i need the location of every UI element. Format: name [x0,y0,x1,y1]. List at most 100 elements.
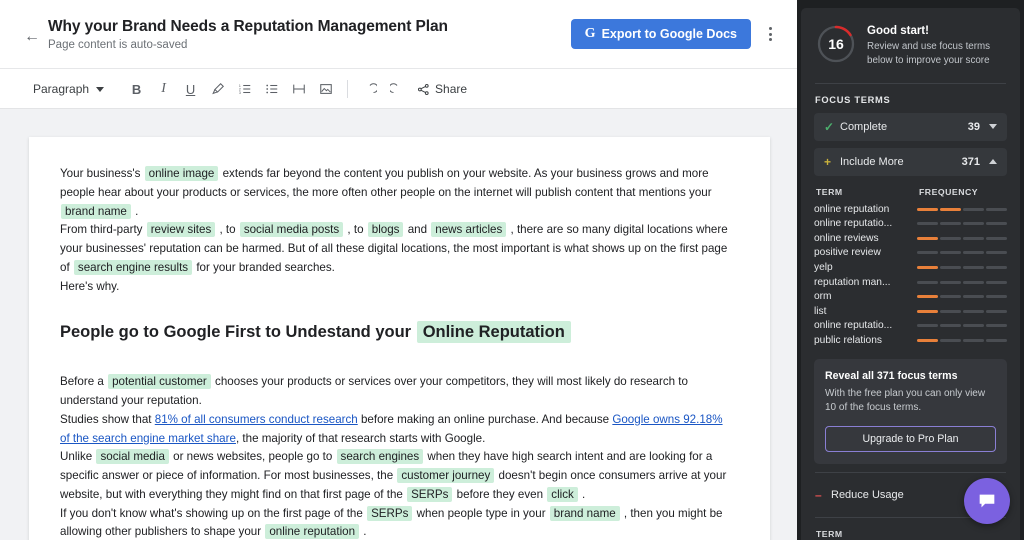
term-name: online reputation [814,204,917,215]
unordered-list-icon[interactable] [259,77,284,102]
paragraph-1: Your business's online image extends far… [60,165,732,221]
upgrade-description: With the free plan you can only view 10 … [825,387,996,415]
table-row[interactable]: public relations [814,333,1007,348]
highlighter-icon[interactable] [205,77,230,102]
frequency-segment [986,251,1007,254]
term-name: reputation man... [814,277,917,288]
divider [815,83,1006,84]
paragraph-6: Unlike social media or news websites, pe… [60,448,732,504]
focus-term-highlight: blogs [368,222,404,237]
image-icon[interactable] [313,77,338,102]
table-row[interactable]: orm [814,289,1007,304]
text-run: before making an online purchase. And be… [358,413,613,426]
paragraph-2: From third-party review sites , to socia… [60,221,732,277]
italic-icon[interactable]: I [151,77,176,102]
frequency-segment [917,266,938,269]
frequency-segment [917,310,938,313]
text-run: and [404,223,430,236]
minus-icon: – [815,488,829,502]
export-button-label: Export to Google Docs [602,27,737,41]
frequency-segment [940,208,961,211]
table-row[interactable]: list [814,304,1007,319]
frequency-segment [917,324,938,327]
frequency-segment [963,339,984,342]
frequency-bar [917,208,1007,211]
chevron-up-icon [989,159,997,164]
divider [815,472,1006,473]
ordered-list-icon[interactable]: 123 [232,77,257,102]
paragraph-style-select[interactable]: Paragraph [24,78,112,100]
frequency-segment [963,266,984,269]
focus-term-highlight: news articles [431,222,506,237]
column-header-term: TERM [816,187,919,197]
text-run: for your branded searches. [193,261,335,274]
upgrade-card: Reveal all 371 focus terms With the free… [814,359,1007,464]
frequency-bar [917,295,1007,298]
text-run: . [360,525,366,538]
text-run: , to [216,223,239,236]
table-row[interactable]: online reputation [814,202,1007,217]
svg-text:3: 3 [238,91,240,95]
upgrade-to-pro-button[interactable]: Upgrade to Pro Plan [825,426,996,452]
document-page[interactable]: Your business's online image extends far… [29,137,770,540]
accordion-complete[interactable]: ✓ Complete 39 [814,113,1007,141]
focus-term-highlight: search engine results [74,260,192,275]
chat-bubble-icon [976,490,998,512]
focus-terms-label: FOCUS TERMS [814,95,1007,105]
spacer [60,345,732,373]
share-button[interactable]: Share [411,79,473,99]
autosave-status: Page content is auto-saved [48,39,571,51]
term-name: online reviews [814,233,917,244]
frequency-segment [986,281,1007,284]
frequency-bar [917,266,1007,269]
plus-icon: + [824,155,838,169]
export-to-google-docs-button[interactable]: G Export to Google Docs [571,19,751,49]
document-canvas[interactable]: Your business's online image extends far… [0,109,797,540]
accordion-include-more-count: 371 [962,156,980,168]
frequency-segment [917,208,938,211]
text-run: From third-party [60,223,146,236]
accordion-include-more[interactable]: + Include More 371 [814,148,1007,176]
table-row[interactable]: online reputatio... [814,319,1007,334]
column-header-frequency: FREQUENCY [919,187,978,197]
frequency-bar [917,281,1007,284]
horizontal-rule-icon[interactable] [286,77,311,102]
back-arrow-icon[interactable]: ← [24,29,40,45]
focus-term-highlight: online reputation [265,524,359,539]
chat-bubble-fab[interactable] [964,478,1010,524]
table-row[interactable]: online reviews [814,231,1007,246]
term-name: yelp [814,262,917,273]
terms-list: online reputationonline reputatio...onli… [814,202,1007,348]
paragraph-style-label: Paragraph [33,82,89,96]
more-options-icon[interactable] [757,19,783,49]
sidebar-panel: 16 Good start! Review and use focus term… [801,8,1020,540]
score-text: Good start! Review and use focus terms b… [867,24,1007,68]
redo-icon[interactable] [384,77,409,102]
frequency-segment [917,295,938,298]
underline-icon[interactable]: U [178,77,203,102]
focus-term-highlight: review sites [147,222,216,237]
frequency-segment [940,281,961,284]
focus-term-highlight: social media posts [240,222,343,237]
table-row[interactable]: reputation man... [814,275,1007,290]
focus-term-highlight: customer journey [397,468,494,483]
table-row[interactable]: yelp [814,260,1007,275]
upgrade-title: Reveal all 371 focus terms [825,370,996,382]
frequency-segment [986,324,1007,327]
undo-icon[interactable] [357,77,382,102]
inline-link[interactable]: 81% of all consumers conduct research [155,413,358,426]
frequency-segment [963,251,984,254]
text-run: before they even [453,488,546,501]
focus-term-highlight: search engines [337,449,424,464]
frequency-segment [917,339,938,342]
text-run: . [132,205,138,218]
focus-term-highlight: click [547,487,578,502]
frequency-segment [986,208,1007,211]
table-row[interactable]: online reputatio... [814,216,1007,231]
bold-icon[interactable]: B [124,77,149,102]
toolbar-divider [347,80,348,98]
paragraph-5: Studies show that 81% of all consumers c… [60,411,732,449]
table-row[interactable]: positive review [814,246,1007,261]
check-icon: ✓ [824,120,838,134]
editor-toolbar: Paragraph B I U 123 [0,68,797,109]
